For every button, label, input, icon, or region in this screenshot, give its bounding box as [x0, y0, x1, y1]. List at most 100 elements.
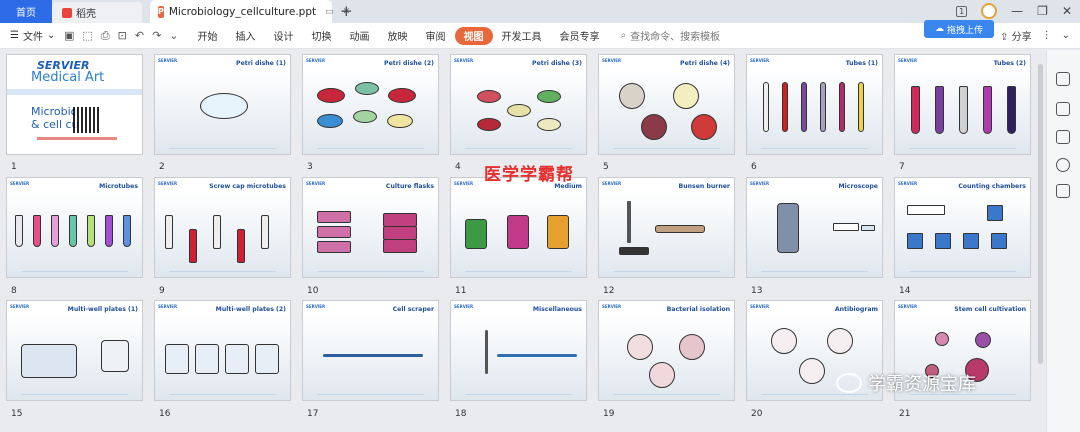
page-badge[interactable]: 1 [956, 5, 968, 17]
file-menu[interactable]: ☰ 文件 ⌄ [0, 28, 64, 43]
export-icon[interactable]: ⬚ [82, 29, 92, 43]
slide-thumbnail-1[interactable]: SERVIER Medical Art Microbio & cell cu [6, 54, 143, 155]
ribbon-tab-6[interactable]: 审阅 [417, 27, 455, 45]
slide-thumbnail-12[interactable]: SERVIER Bunsen burner [598, 177, 735, 278]
more-menu-icon[interactable]: ⋮ [1042, 30, 1052, 41]
ribbon-tab-5[interactable]: 放映 [379, 27, 417, 45]
slide-title: Bunsen burner [678, 183, 730, 190]
slide-thumbnail-19[interactable]: SERVIER Bacterial isolation [598, 300, 735, 401]
slide-footer [613, 148, 720, 149]
slide-thumbnail-7[interactable]: SERVIER Tubes (2) [894, 54, 1031, 155]
slide-thumbnail-14[interactable]: SERVIER Counting chambers [894, 177, 1031, 278]
slide-thumbnail-5[interactable]: SERVIER Petri dishe (4) [598, 54, 735, 155]
chevron-down-icon: ⌄ [46, 30, 56, 41]
slide-thumbnail-10[interactable]: SERVIER Culture flasks [302, 177, 439, 278]
tab-home[interactable]: 首页 [0, 0, 52, 23]
avatar[interactable] [981, 3, 998, 19]
slide-thumbnail-3[interactable]: SERVIER Petri dishe (2) [302, 54, 439, 155]
animation-icon[interactable] [1056, 130, 1070, 144]
slide-brand: SERVIER [898, 181, 918, 186]
slide-brand: SERVIER [898, 304, 918, 309]
slide-footer [465, 394, 572, 395]
slide-illustration [599, 68, 736, 148]
qr-code-icon [73, 107, 99, 133]
watermark-red: 医学学霸帮 [484, 165, 574, 185]
cover-brand-sub: Medical Art [31, 70, 105, 85]
slide-thumbnail-16[interactable]: SERVIER Multi-well plates (2) [154, 300, 291, 401]
slide-thumbnail-9[interactable]: SERVIER Screw cap microtubes [154, 177, 291, 278]
ribbon-tab-0[interactable]: 开始 [189, 27, 227, 45]
ribbon-tab-8[interactable]: 开发工具 [493, 27, 551, 45]
ribbon-tab-4[interactable]: 动画 [341, 27, 379, 45]
settings-icon[interactable] [1056, 72, 1070, 86]
slide-thumbnail-15[interactable]: SERVIER Multi-well plates (1) [6, 300, 143, 401]
slide-footer [169, 271, 276, 272]
slide-title: Antibiogram [834, 306, 878, 313]
print-icon[interactable]: ⎙ [101, 29, 110, 43]
ribbon-tab-7[interactable]: 视图 [454, 26, 493, 45]
slide-illustration [303, 68, 440, 148]
watermark-wechat: 学霸资源宝库 [836, 370, 976, 396]
slide-number: 14 [899, 286, 911, 296]
ribbon-tab-1[interactable]: 插入 [227, 27, 265, 45]
slide-number: 7 [899, 162, 905, 172]
help-icon[interactable] [1056, 158, 1070, 172]
format-icon[interactable] [1056, 102, 1070, 116]
ribbon-tab-3[interactable]: 切换 [303, 27, 341, 45]
slide-thumbnail-13[interactable]: SERVIER Microscope [746, 177, 883, 278]
slide-title: Screw cap microtubes [209, 183, 286, 190]
tab-docer[interactable]: 稻壳 [52, 2, 142, 23]
slide-number: 18 [455, 409, 467, 419]
save-icon[interactable]: ▣ [64, 29, 74, 43]
share-button[interactable]: ⇪ 分享 [1000, 28, 1032, 43]
collapse-ribbon-icon[interactable]: ⌄ [1062, 30, 1070, 41]
wechat-icon [836, 373, 862, 393]
hamburger-icon: ☰ [10, 30, 19, 41]
command-search[interactable]: ⌕ 查找命令、搜索模板 [609, 28, 721, 43]
slide-brand: SERVIER [602, 304, 622, 309]
slide-brand: SERVIER [10, 304, 30, 309]
ribbon-tab-2[interactable]: 设计 [265, 27, 303, 45]
slide-brand: SERVIER [750, 181, 770, 186]
search-icon: ⌕ [620, 30, 627, 41]
slide-title: Petri dishe (3) [532, 60, 582, 67]
slide-illustration [155, 314, 292, 394]
preview-icon[interactable]: ⊡ [118, 29, 127, 43]
slide-thumbnail-17[interactable]: SERVIER Cell scraper [302, 300, 439, 401]
slide-number: 13 [751, 286, 763, 296]
slide-number: 20 [751, 409, 763, 419]
new-tab-button[interactable]: + [340, 2, 353, 20]
drag-upload-button[interactable]: ☁ 拖拽上传 [924, 20, 994, 38]
redo-icon[interactable]: ↷ [152, 29, 161, 43]
close-window-icon[interactable]: ✕ [1062, 4, 1072, 18]
more-icon[interactable]: ⌄ [169, 29, 178, 43]
cover-title: Microbio & cell cu [31, 105, 79, 131]
slide-number: 9 [159, 286, 165, 296]
restore-icon[interactable]: ❐ [1037, 4, 1048, 18]
slide-thumbnail-4[interactable]: SERVIER Petri dishe (3) [450, 54, 587, 155]
undo-icon[interactable]: ↶ [135, 29, 144, 43]
slide-thumbnail-6[interactable]: SERVIER Tubes (1) [746, 54, 883, 155]
slide-number: 1 [11, 162, 17, 172]
ribbon-toolbar: ☰ 文件 ⌄ ▣ ⬚ ⎙ ⊡ ↶ ↷ ⌄ 开始 插入 设计 切换 动画 放映 审阅 视图 开发工… [0, 23, 1080, 49]
slide-title: Microscope [838, 183, 878, 190]
slide-illustration [451, 314, 588, 394]
slide-thumbnail-11[interactable]: SERVIER Medium [450, 177, 587, 278]
tab-document[interactable]: P Microbiology_cellculture.ppt ▭ ✕ [150, 0, 350, 23]
slide-illustration [747, 68, 884, 148]
slide-title: Cell scraper [392, 306, 434, 313]
slide-thumbnail-18[interactable]: SERVIER Miscellaneous [450, 300, 587, 401]
right-sidebar [1046, 50, 1080, 432]
slide-title: Miscellaneous [532, 306, 582, 313]
scrollbar[interactable] [1038, 64, 1043, 364]
minimize-icon[interactable]: — [1011, 4, 1023, 18]
ribbon-tab-9[interactable]: 会员专享 [551, 27, 609, 45]
slide-brand: SERVIER [750, 58, 770, 63]
layers-icon[interactable] [1056, 184, 1070, 198]
slide-thumbnail-8[interactable]: SERVIER Microtubes [6, 177, 143, 278]
slide-title: Microtubes [99, 183, 138, 190]
tab-monitor-icon[interactable]: ▭ [325, 7, 334, 17]
slide-number: 10 [307, 286, 319, 296]
slide-thumbnail-2[interactable]: SERVIER Petri dishe (1) [154, 54, 291, 155]
slide-title: Petri dishe (2) [384, 60, 434, 67]
